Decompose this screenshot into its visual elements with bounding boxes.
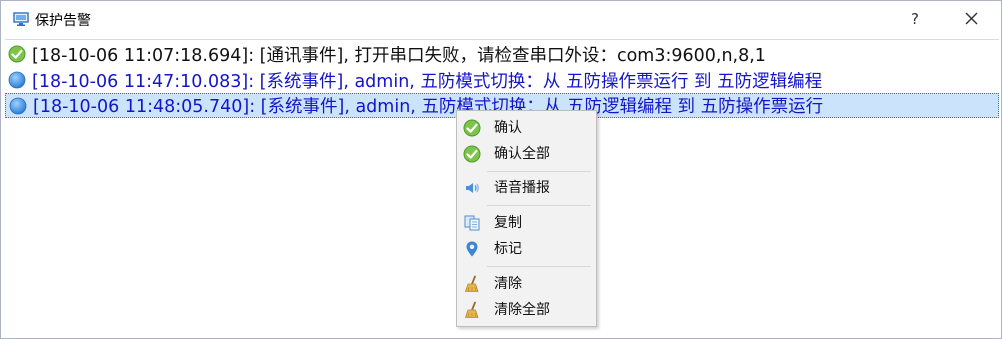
menu-item-label: 确认 bbox=[494, 120, 522, 136]
log-row[interactable]: [18-10-06 11:47:10.083]: [系统事件], admin, … bbox=[5, 68, 999, 92]
menu-item-clear[interactable]: 清除 bbox=[457, 272, 596, 296]
menu-item-label: 清除 bbox=[494, 276, 522, 292]
blue-dot-icon bbox=[8, 71, 26, 89]
menu-item-label: 语音播报 bbox=[494, 180, 550, 196]
menu-separator bbox=[487, 266, 591, 267]
context-menu: 确认 确认全部 语音播报 复制 标记 清除 清除全部 bbox=[456, 110, 597, 327]
speaker-icon bbox=[466, 183, 479, 193]
menu-item-confirm-all[interactable]: 确认全部 bbox=[457, 142, 596, 166]
window-title: 保护告警 bbox=[35, 13, 91, 29]
menu-item-clear-all[interactable]: 清除全部 bbox=[457, 298, 596, 322]
menu-item-voice-broadcast[interactable]: 语音播报 bbox=[457, 176, 596, 200]
menu-separator bbox=[487, 171, 591, 172]
log-row-text: [18-10-06 11:48:05.740]: [系统事件], admin, … bbox=[33, 97, 824, 117]
copy-icon bbox=[464, 215, 480, 231]
title-bar[interactable]: 保护告警 ? bbox=[1, 1, 1001, 37]
location-pin-icon bbox=[466, 241, 478, 257]
menu-item-label: 清除全部 bbox=[494, 302, 550, 318]
menu-item-label: 标记 bbox=[494, 241, 522, 257]
blue-dot-icon bbox=[9, 97, 27, 114]
menu-item-copy[interactable]: 复制 bbox=[457, 211, 596, 235]
broom-icon bbox=[464, 275, 479, 292]
monitor-icon bbox=[13, 12, 29, 26]
help-button[interactable]: ? bbox=[903, 7, 927, 31]
check-circle-icon bbox=[463, 119, 481, 137]
close-icon[interactable] bbox=[956, 5, 986, 33]
log-row[interactable]: [18-10-06 11:07:18.694]: [通讯事件], 打开串口失败，… bbox=[5, 42, 999, 66]
menu-item-mark[interactable]: 标记 bbox=[457, 237, 596, 261]
log-row-text: [18-10-06 11:47:10.083]: [系统事件], admin, … bbox=[32, 71, 823, 92]
menu-item-confirm[interactable]: 确认 bbox=[457, 116, 596, 140]
broom-icon bbox=[464, 301, 479, 318]
check-circle-icon bbox=[8, 45, 26, 63]
check-circle-icon bbox=[463, 145, 481, 163]
menu-separator bbox=[487, 205, 591, 206]
menu-item-label: 复制 bbox=[494, 215, 522, 231]
log-row-text: [18-10-06 11:07:18.694]: [通讯事件], 打开串口失败，… bbox=[32, 45, 766, 66]
menu-item-label: 确认全部 bbox=[494, 146, 550, 162]
